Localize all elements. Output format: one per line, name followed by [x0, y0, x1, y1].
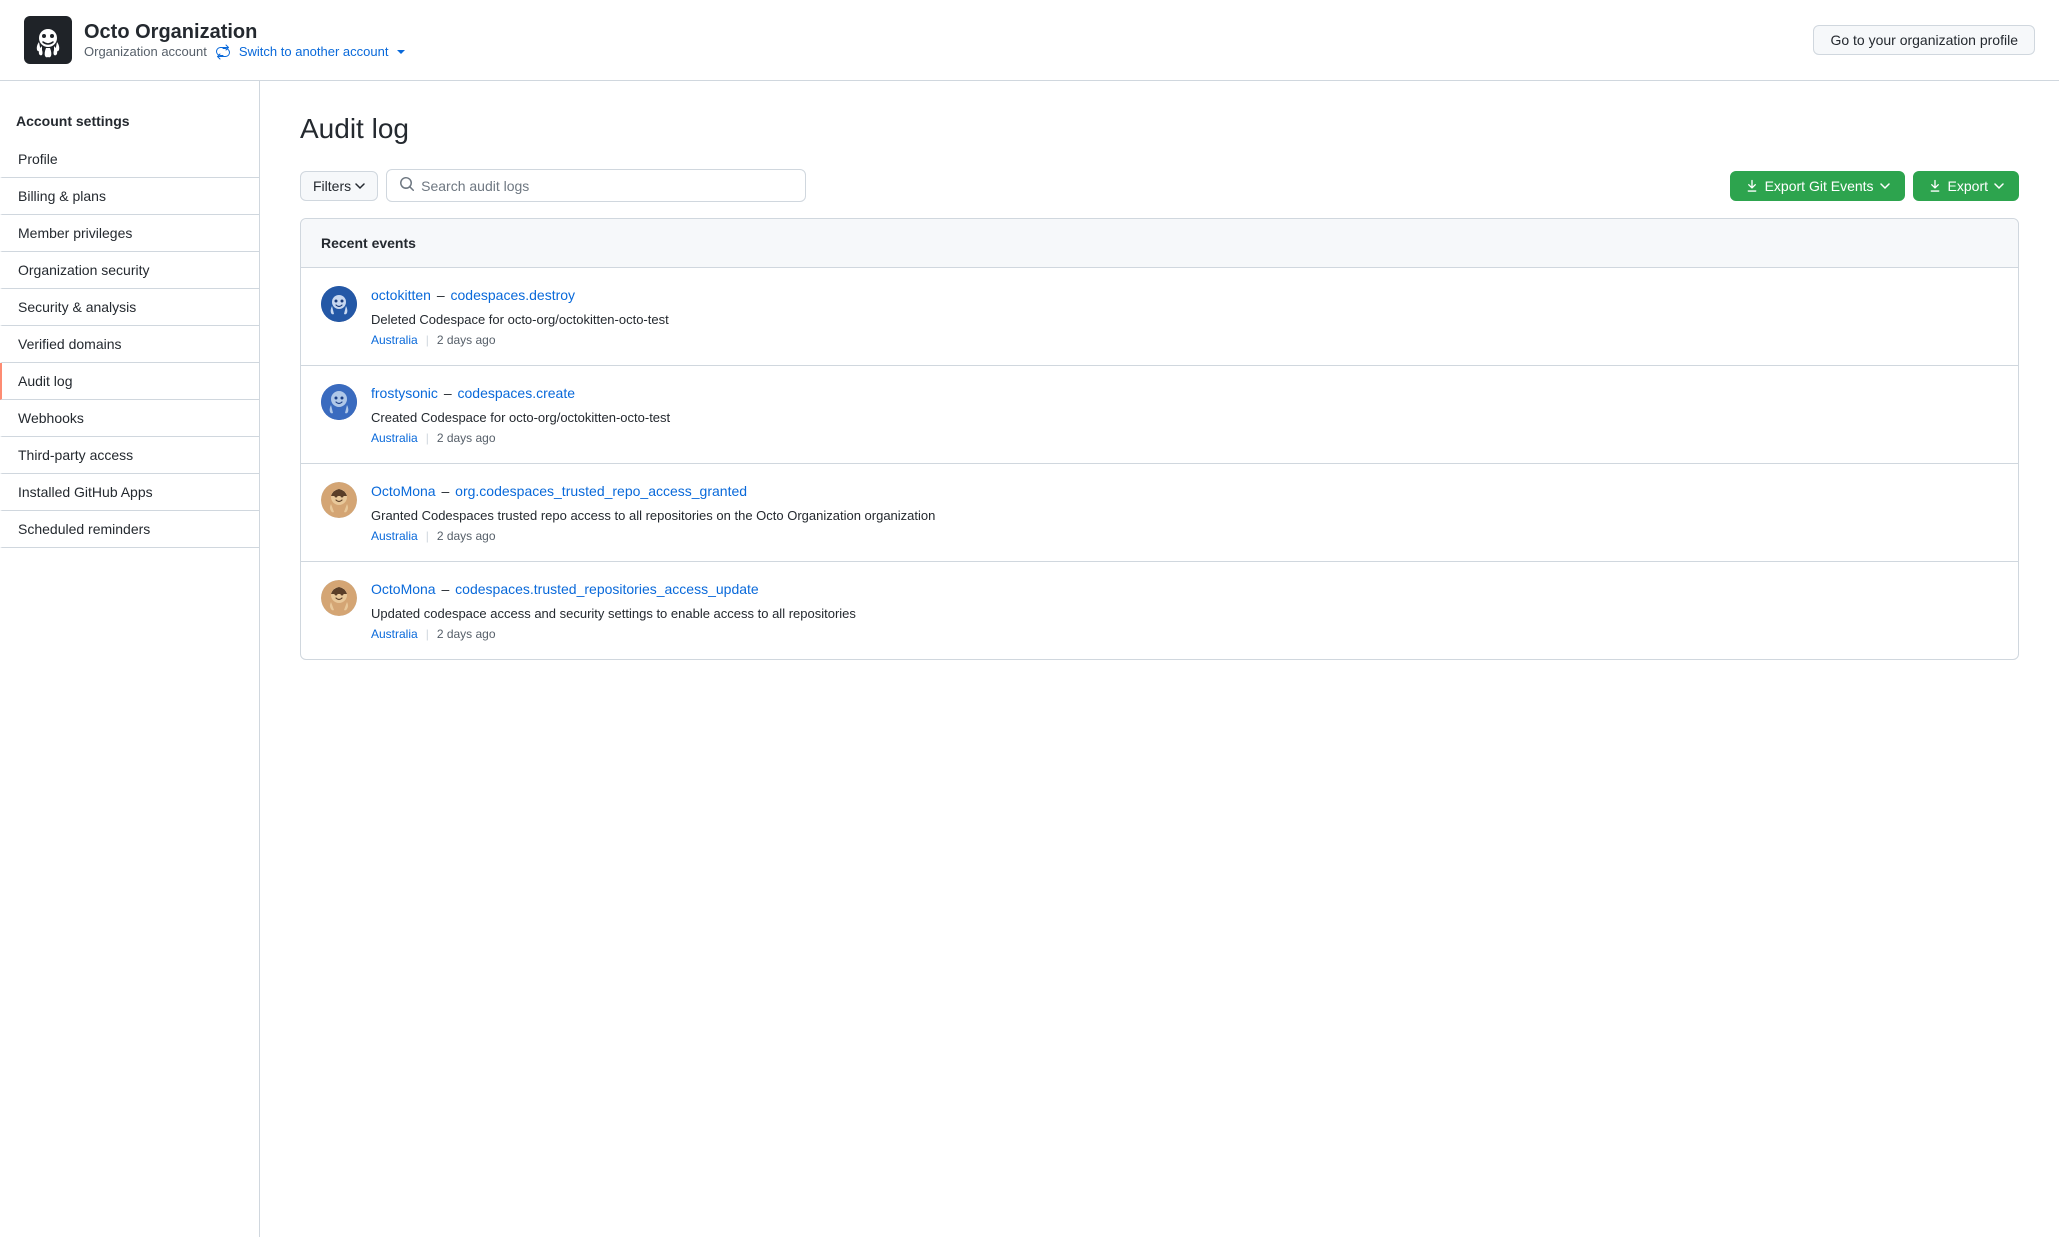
sidebar-item-third-party[interactable]: Third-party access [0, 437, 259, 474]
event-location[interactable]: Australia [371, 529, 418, 543]
page-title: Audit log [300, 113, 2019, 145]
org-info: Octo Organization Organization account S… [84, 21, 406, 60]
event-user-link[interactable]: frostysonic [371, 385, 438, 401]
avatar [321, 482, 357, 518]
download-icon [1745, 179, 1759, 193]
avatar [321, 580, 357, 616]
event-description: Created Codespace for octo-org/octokitte… [371, 408, 670, 428]
export-button[interactable]: Export [1913, 171, 2019, 201]
event-description: Deleted Codespace for octo-org/octokitte… [371, 310, 669, 330]
export-chevron-icon [1994, 181, 2004, 191]
event-body: frostysonic – codespaces.create Created … [371, 384, 670, 445]
chevron-down-icon [396, 47, 406, 57]
event-title: OctoMona – org.codespaces_trusted_repo_a… [371, 482, 935, 502]
event-user-link[interactable]: OctoMona [371, 581, 436, 597]
filters-bar: Filters Export Git Events [300, 169, 2019, 202]
event-time: 2 days ago [437, 529, 496, 543]
event-location[interactable]: Australia [371, 333, 418, 347]
events-header: Recent events [301, 219, 2018, 268]
org-name: Octo Organization [84, 21, 406, 44]
event-meta: Australia | 2 days ago [371, 627, 856, 641]
event-time: 2 days ago [437, 431, 496, 445]
export-git-events-button[interactable]: Export Git Events [1730, 171, 1905, 201]
event-description: Updated codespace access and security se… [371, 604, 856, 624]
sidebar-item-webhooks[interactable]: Webhooks [0, 400, 259, 437]
filters-button[interactable]: Filters [300, 171, 378, 201]
sidebar-item-security-analysis[interactable]: Security & analysis [0, 289, 259, 326]
search-container[interactable] [386, 169, 806, 202]
event-action-link[interactable]: org.codespaces_trusted_repo_access_grant… [455, 483, 747, 499]
event-time: 2 days ago [437, 627, 496, 641]
event-title: frostysonic – codespaces.create [371, 384, 670, 404]
avatar [321, 286, 357, 322]
search-icon [399, 176, 415, 195]
org-logo [24, 16, 72, 64]
events-box: Recent events o [300, 218, 2019, 660]
event-location[interactable]: Australia [371, 431, 418, 445]
export-download-icon [1928, 179, 1942, 193]
event-description: Granted Codespaces trusted repo access t… [371, 506, 935, 526]
org-type: Organization account [84, 44, 207, 59]
switch-account-link[interactable]: Switch to another account [239, 44, 389, 59]
event-title: OctoMona – codespaces.trusted_repositori… [371, 580, 856, 600]
event-meta: Australia | 2 days ago [371, 529, 935, 543]
event-meta: Australia | 2 days ago [371, 431, 670, 445]
org-meta: Organization account Switch to another a… [84, 44, 406, 60]
event-meta: Australia | 2 days ago [371, 333, 669, 347]
event-time: 2 days ago [437, 333, 496, 347]
sidebar-item-scheduled-reminders[interactable]: Scheduled reminders [0, 511, 259, 548]
org-profile-button[interactable]: Go to your organization profile [1813, 25, 2035, 55]
export-git-chevron-icon [1880, 181, 1890, 191]
main-layout: Account settings Profile Billing & plans… [0, 81, 2059, 1237]
event-item: OctoMona – org.codespaces_trusted_repo_a… [301, 464, 2018, 562]
event-user-link[interactable]: octokitten [371, 287, 431, 303]
event-item: frostysonic – codespaces.create Created … [301, 366, 2018, 464]
header-left: Octo Organization Organization account S… [24, 16, 406, 64]
event-body: OctoMona – org.codespaces_trusted_repo_a… [371, 482, 935, 543]
sidebar-item-audit-log[interactable]: Audit log [0, 363, 259, 400]
main-content: Audit log Filters Export Git Events [260, 81, 2059, 1237]
search-input[interactable] [421, 178, 793, 194]
event-action-link[interactable]: codespaces.create [458, 385, 576, 401]
switch-icon [215, 44, 231, 60]
page-header: Octo Organization Organization account S… [0, 0, 2059, 81]
event-body: OctoMona – codespaces.trusted_repositori… [371, 580, 856, 641]
filters-right: Export Git Events Export [1730, 171, 2019, 201]
event-user-link[interactable]: OctoMona [371, 483, 436, 499]
sidebar-item-billing[interactable]: Billing & plans [0, 178, 259, 215]
event-action-link[interactable]: codespaces.trusted_repositories_access_u… [455, 581, 759, 597]
sidebar-item-profile[interactable]: Profile [0, 141, 259, 178]
sidebar: Account settings Profile Billing & plans… [0, 81, 260, 1237]
sidebar-item-member-privileges[interactable]: Member privileges [0, 215, 259, 252]
sidebar-item-org-security[interactable]: Organization security [0, 252, 259, 289]
header-right: Go to your organization profile [1813, 25, 2035, 55]
event-item: OctoMona – codespaces.trusted_repositori… [301, 562, 2018, 659]
sidebar-heading: Account settings [0, 105, 259, 141]
filters-chevron-icon [355, 181, 365, 191]
event-body: octokitten – codespaces.destroy Deleted … [371, 286, 669, 347]
avatar [321, 384, 357, 420]
sidebar-item-github-apps[interactable]: Installed GitHub Apps [0, 474, 259, 511]
events-header-text: Recent events [321, 235, 416, 251]
event-item: octokitten – codespaces.destroy Deleted … [301, 268, 2018, 366]
sidebar-item-verified-domains[interactable]: Verified domains [0, 326, 259, 363]
event-action-link[interactable]: codespaces.destroy [451, 287, 576, 303]
event-title: octokitten – codespaces.destroy [371, 286, 669, 306]
filters-left: Filters [300, 169, 806, 202]
event-location[interactable]: Australia [371, 627, 418, 641]
